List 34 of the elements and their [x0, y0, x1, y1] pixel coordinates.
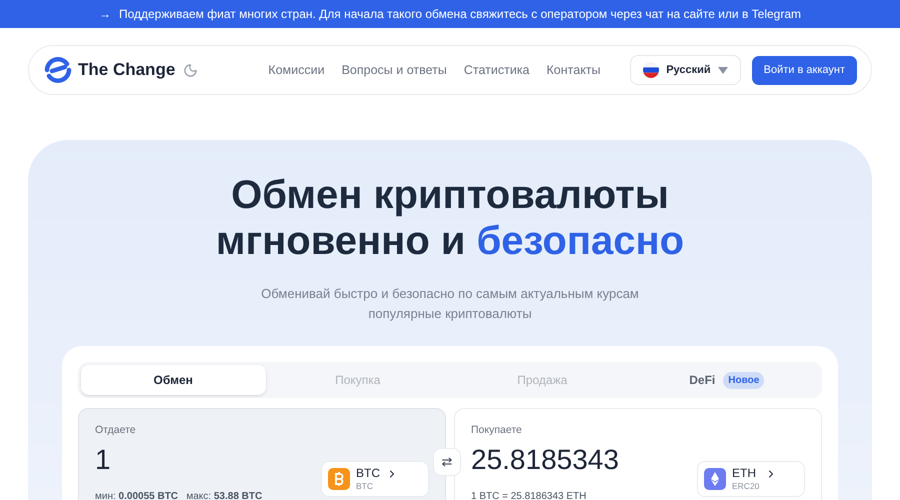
amount-field[interactable]: 25.8185343 — [471, 442, 671, 477]
coin-name: ETH — [732, 466, 756, 482]
rate-note: мин: 0.00055 BTC макс: 53.88 BTC — [95, 490, 262, 500]
coin-network: BTC — [356, 481, 373, 492]
panel-label: Отдаете — [95, 423, 137, 438]
flag-icon — [643, 62, 660, 78]
nav-link[interactable]: Статистика — [464, 60, 530, 80]
logo-text[interactable]: The Change — [78, 57, 176, 83]
hero-title: Обмен криптовалюты мгновенно и безопасно — [216, 172, 684, 264]
nav-link[interactable]: Вопросы и ответы — [342, 60, 447, 80]
caret-icon — [718, 66, 728, 74]
announcement-banner[interactable]: → Поддерживаем фиат многих стран. Для начала такого обмена свяжитесь с оператором через чат на сайте или в Telegram — [0, 0, 900, 28]
coin-network: ERC20 — [732, 481, 760, 492]
language-select[interactable]: Русский — [630, 55, 741, 85]
banner-text: Поддерживаем фиат многих стран. Для начала такого обмена свяжитесь с оператором через чат на сайте или в Telegram — [118, 6, 802, 23]
ethereum-icon — [704, 468, 726, 490]
coin-select[interactable]: BTC BTC — [321, 461, 429, 497]
hero-subtitle: Обменивай быстро и безопасно по самым актуальным курсам популярные криптовалюты — [260, 285, 640, 323]
login-button[interactable]: Войти в аккаунт — [752, 56, 857, 84]
nav-link[interactable]: Контакты — [546, 60, 601, 80]
tab[interactable]: DeFi Новое — [634, 365, 819, 395]
nav-link[interactable]: Комиссии — [268, 60, 325, 80]
theme-toggle-icon[interactable] — [183, 62, 198, 78]
new-badge: Новое — [723, 372, 764, 388]
logo-icon — [43, 55, 73, 85]
bitcoin-icon — [328, 468, 350, 490]
amount-field[interactable]: 1 — [95, 442, 295, 477]
tab[interactable]: Обмен — [81, 365, 266, 395]
coin-select[interactable]: ETH ERC20 — [697, 461, 805, 497]
panel-label: Покупаете — [471, 423, 523, 438]
banner-arrow: → — [98, 6, 111, 23]
rate-note: 1 BTC = 25.8186343 ETH — [471, 490, 586, 500]
swap-button[interactable]: ⇄ — [433, 448, 461, 476]
coin-name: BTC — [356, 466, 380, 482]
